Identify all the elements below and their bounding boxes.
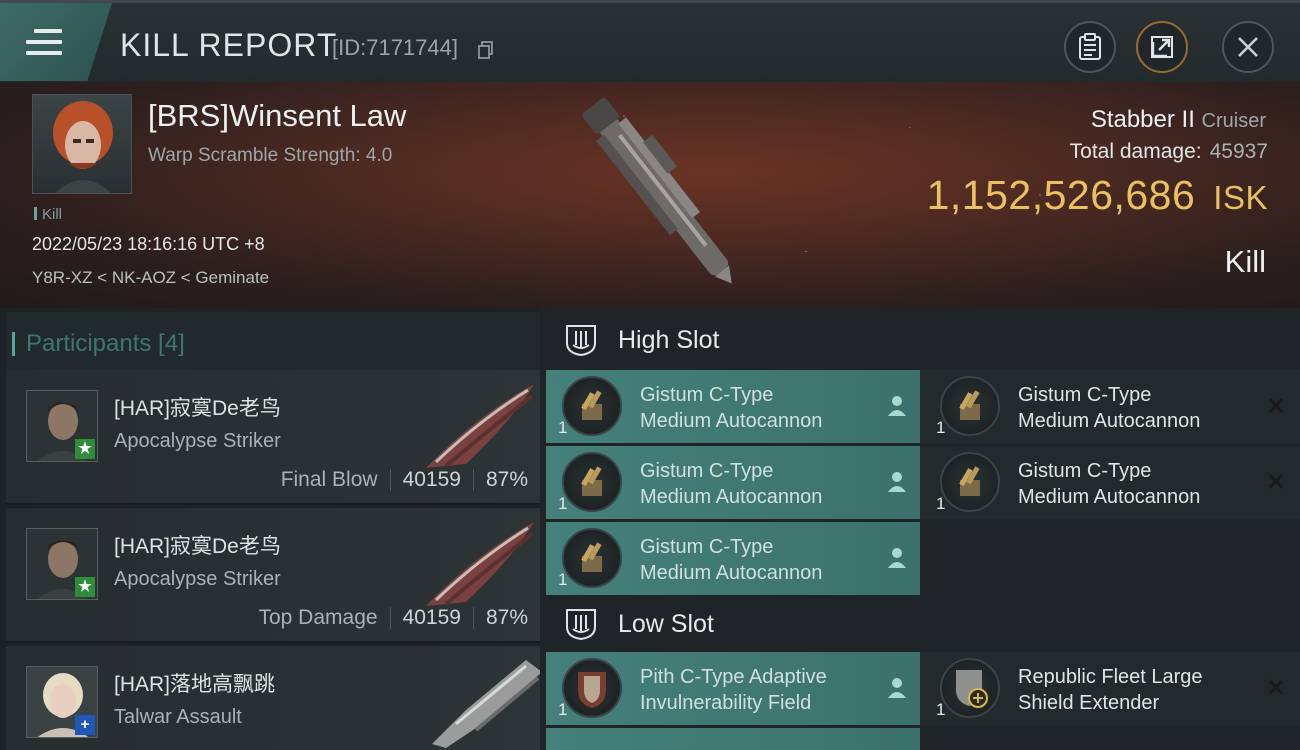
hamburger-icon [26, 29, 62, 62]
participant-ship-image [432, 660, 542, 748]
high-slot-icon [566, 325, 596, 357]
module-slot[interactable]: 1 Republic Fleet Large Shield Extender ✕ [924, 652, 1298, 725]
module-quantity: 1 [936, 418, 946, 437]
corp-badge-icon: ★ [75, 439, 95, 459]
module-quantity: 1 [558, 570, 568, 589]
kill-result: Kill [1224, 244, 1266, 279]
participant-ship: Apocalypse Striker [114, 430, 281, 452]
module-quantity: 1 [936, 700, 946, 719]
high-slot-header: High Slot [546, 310, 1300, 370]
participant-damage: 40159 [402, 606, 461, 629]
kill-time: 2022/05/23 18:16:16 UTC +8 [32, 234, 265, 254]
corp-badge-icon: ★ [75, 577, 95, 597]
module-quantity: 1 [558, 700, 568, 719]
module-slot[interactable] [546, 728, 920, 750]
participant-ship-image [426, 384, 534, 468]
module-slot[interactable]: 1 Pith C-Type Adaptive Invulnerability Fi… [546, 652, 920, 725]
participant-row[interactable]: ★ [HAR]寂寞De老鸟 Apocalypse Striker Final B… [6, 370, 540, 505]
participant-avatar[interactable]: ★ [26, 390, 98, 462]
module-name: Gistum C-Type Medium Autocannon [1018, 384, 1201, 432]
share-icon [1151, 36, 1173, 58]
participant-row[interactable]: ★ [HAR]寂寞De老鸟 Apocalypse Striker Top Dam… [6, 508, 540, 643]
dropped-person-icon [888, 548, 906, 568]
share-button[interactable] [1136, 21, 1188, 73]
module-quantity: 1 [558, 494, 568, 513]
clipboard-button[interactable] [1064, 21, 1116, 73]
total-damage: Total damage: 45937 [1069, 140, 1268, 163]
module-name: Gistum C-Type Medium Autocannon [1018, 460, 1201, 508]
kill-location[interactable]: Y8R-XZ < NK-AOZ < Geminate [32, 268, 269, 288]
victim-ship-name[interactable]: Stabber II Cruiser [1091, 106, 1266, 134]
victim-ship-image[interactable] [548, 86, 768, 302]
module-name: Pith C-Type Adaptive Invulnerability Fiel… [640, 666, 827, 714]
destroyed-x-icon: ✕ [1265, 393, 1286, 420]
ship-class: Cruiser [1201, 110, 1266, 132]
participant-ship: Apocalypse Striker [114, 568, 281, 590]
participant-name: [HAR]寂寞De老鸟 [114, 535, 281, 558]
participant-row[interactable]: + [HAR]落地高飘跳 Talwar Assault [6, 646, 542, 750]
participants-panel: Participants [4] ★ [HAR]寂寞De老鸟 Apocalyps… [0, 308, 542, 750]
participant-role: Final Blow [280, 468, 378, 491]
victim-avatar[interactable] [32, 94, 132, 194]
isk-unit: ISK [1213, 179, 1268, 216]
dropped-person-icon [888, 396, 906, 416]
destroyed-x-icon: ✕ [1265, 675, 1286, 702]
participant-stats: Final Blow 40159 87% [281, 468, 528, 492]
module-slot[interactable]: 1 Gistum C-Type Medium Autocannon ✕ [924, 370, 1298, 443]
victim-banner: [BRS]Winsent Law Warp Scramble Strength:… [0, 82, 1300, 308]
participant-avatar[interactable]: ★ [26, 528, 98, 600]
autocannon-icon [562, 452, 622, 512]
module-quantity: 1 [558, 418, 568, 437]
dropped-person-icon [888, 472, 906, 492]
close-button[interactable] [1222, 21, 1274, 73]
participant-damage: 40159 [402, 468, 461, 491]
page-title: KILL REPORT [120, 27, 338, 63]
destroyed-x-icon: ✕ [1265, 469, 1286, 496]
kill-tag: Kill [34, 206, 62, 223]
module-name: Republic Fleet Large Shield Extender [1018, 666, 1203, 714]
participant-name: [HAR]寂寞De老鸟 [114, 397, 281, 420]
module-slot[interactable]: 1 Gistum C-Type Medium Autocannon ✕ [924, 446, 1298, 519]
total-damage-value: 45937 [1209, 140, 1268, 163]
autocannon-icon [562, 528, 622, 588]
low-slot-header: Low Slot [546, 594, 1300, 654]
kill-report-header: KILL REPORT [ID:7171744] [0, 0, 1300, 82]
autocannon-icon [562, 376, 622, 436]
participant-stats: Top Damage 40159 87% [258, 606, 528, 630]
victim-name[interactable]: [BRS]Winsent Law [148, 98, 406, 134]
copy-icon[interactable] [478, 41, 494, 59]
menu-button[interactable] [0, 3, 112, 81]
participant-avatar[interactable]: + [26, 666, 98, 738]
module-slot[interactable]: 1 Gistum C-Type Medium Autocannon [546, 370, 920, 443]
module-name: Gistum C-Type Medium Autocannon [640, 536, 823, 584]
participant-role: Top Damage [258, 606, 378, 629]
autocannon-icon [940, 452, 1000, 512]
close-icon [1238, 37, 1258, 57]
autocannon-icon [940, 376, 1000, 436]
participant-ship-image [426, 522, 534, 606]
corp-badge-icon: + [75, 715, 95, 735]
high-slot-label: High Slot [618, 325, 720, 354]
isk-value: 1,152,526,686 ISK [926, 172, 1268, 218]
module-quantity: 1 [936, 494, 946, 513]
low-slot-icon [566, 609, 596, 641]
module-name: Gistum C-Type Medium Autocannon [640, 384, 823, 432]
clipboard-icon [1079, 33, 1101, 60]
fitting-panel: High Slot 1 Gistum C-Type Medium Autocann… [540, 308, 1300, 750]
participant-name: [HAR]落地高飘跳 [114, 673, 276, 696]
warp-scramble-strength: Warp Scramble Strength: 4.0 [148, 145, 393, 166]
module-slot[interactable]: 1 Gistum C-Type Medium Autocannon [546, 522, 920, 595]
shield-module-icon [562, 658, 622, 718]
participant-percent: 87% [485, 606, 528, 629]
module-name: Gistum C-Type Medium Autocannon [640, 460, 823, 508]
participants-label: Participants [4] [12, 330, 185, 357]
report-id: [ID:7171744] [332, 35, 458, 60]
participant-ship: Talwar Assault [114, 706, 242, 728]
shield-extender-icon [940, 658, 1000, 718]
dropped-person-icon [888, 678, 906, 698]
participants-header: Participants [4] [6, 312, 540, 370]
low-slot-label: Low Slot [618, 609, 714, 638]
participant-percent: 87% [485, 468, 528, 491]
module-slot[interactable]: 1 Gistum C-Type Medium Autocannon [546, 446, 920, 519]
